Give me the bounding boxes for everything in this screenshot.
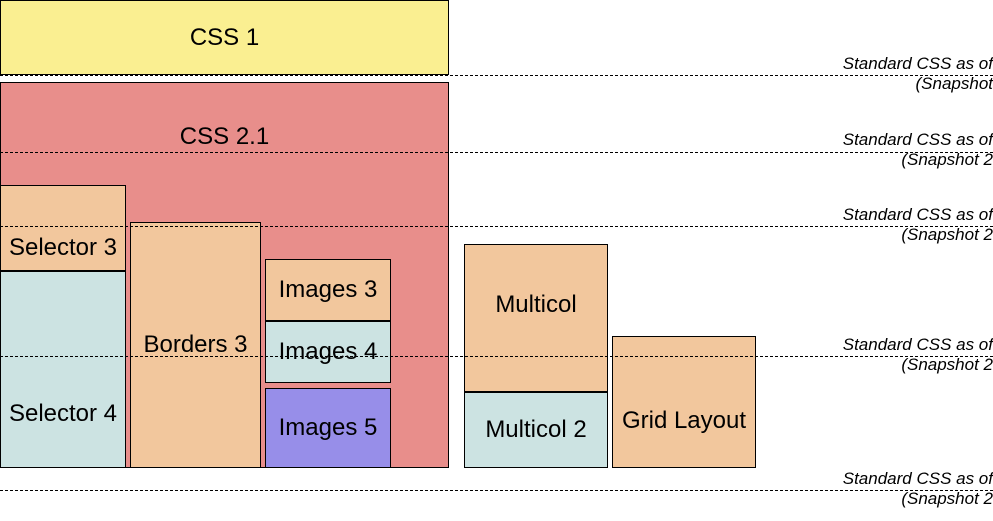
snapshot-label-1a: Standard CSS as of	[843, 54, 993, 74]
multicol-label: Multicol	[495, 291, 576, 319]
selector4-label: Selector 4	[9, 400, 117, 428]
multicol-block: Multicol	[464, 244, 608, 392]
images3-label: Images 3	[279, 276, 378, 304]
images4-block: Images 4	[265, 321, 391, 383]
snapshot-label-2: Standard CSS as of (Snapshot 2	[843, 130, 993, 171]
selector3-block: Selector 3	[0, 185, 126, 271]
snapshot-label-5b: (Snapshot 2	[843, 489, 993, 509]
gridlayout-label: Grid Layout	[622, 407, 746, 435]
snapshot-label-5a: Standard CSS as of	[843, 469, 993, 489]
snapshot-label-4a: Standard CSS as of	[843, 335, 993, 355]
css1-block: CSS 1	[0, 0, 449, 75]
images5-block: Images 5	[265, 388, 391, 468]
snapshot-label-1b: (Snapshot	[843, 74, 993, 94]
snapshot-label-3b: (Snapshot 2	[843, 225, 993, 245]
borders3-label: Borders 3	[143, 331, 247, 359]
snapshot-label-1: Standard CSS as of (Snapshot	[843, 54, 993, 95]
css1-label: CSS 1	[190, 24, 259, 52]
snapshot-label-4: Standard CSS as of (Snapshot 2	[843, 335, 993, 376]
images5-label: Images 5	[279, 414, 378, 442]
selector4-block: Selector 4	[0, 271, 126, 468]
selector3-label: Selector 3	[9, 234, 117, 262]
snapshot-label-3a: Standard CSS as of	[843, 205, 993, 225]
images3-block: Images 3	[265, 259, 391, 321]
css21-label: CSS 2.1	[180, 123, 269, 151]
snapshot-label-4b: (Snapshot 2	[843, 355, 993, 375]
multicol2-label: Multicol 2	[485, 416, 586, 444]
images4-label: Images 4	[279, 338, 378, 366]
snapshot-label-3: Standard CSS as of (Snapshot 2	[843, 205, 993, 246]
snapshot-label-2b: (Snapshot 2	[843, 150, 993, 170]
multicol2-block: Multicol 2	[464, 392, 608, 468]
snapshot-label-2a: Standard CSS as of	[843, 130, 993, 150]
borders3-block: Borders 3	[130, 222, 261, 468]
snapshot-label-5: Standard CSS as of (Snapshot 2	[843, 469, 993, 510]
